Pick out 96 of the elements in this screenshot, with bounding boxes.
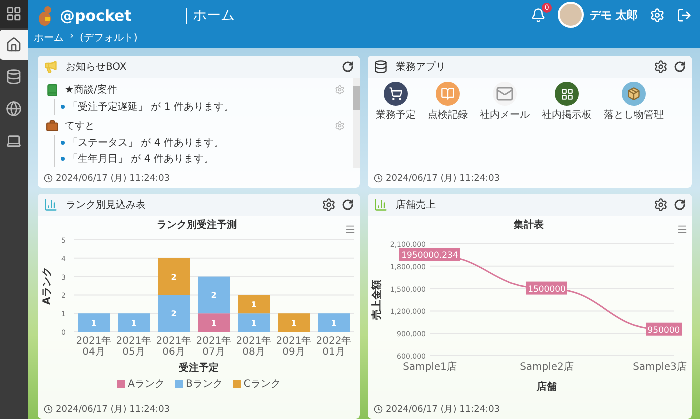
data-label: 1500000 xyxy=(528,284,566,295)
logo: @pocket xyxy=(60,7,132,25)
bar-value: 1 xyxy=(211,318,217,328)
refresh-icon[interactable] xyxy=(342,61,354,73)
book-icon xyxy=(436,82,460,106)
data-label: 1950000.234 xyxy=(402,251,458,262)
chart-title: ランク別受注予測 xyxy=(157,220,237,231)
updated-time: 2024/06/17 (月) 11:24:03 xyxy=(386,404,500,416)
bar-value: 2 xyxy=(171,310,177,319)
axis-tick-label: 2021年09月 xyxy=(275,336,313,358)
breadcrumb-separator: › xyxy=(70,31,74,44)
notice-text[interactable]: 「ステータス」 が 4 件あります。 xyxy=(68,136,224,150)
notice-text[interactable]: 「受注予定遅延」 が 1 件あります。 xyxy=(68,100,234,114)
megaphone-icon xyxy=(44,60,58,74)
bullet-icon xyxy=(61,141,65,145)
clock-icon xyxy=(374,404,383,414)
app-label[interactable]: 点検記録 xyxy=(428,108,468,122)
axis-tick-label: 2021年04月 xyxy=(75,336,113,358)
legend-label[interactable]: Cランク xyxy=(244,377,281,391)
bar-chart-icon xyxy=(44,198,58,212)
notification-icon[interactable] xyxy=(531,8,546,22)
card-title: お知らせBOX xyxy=(66,61,127,74)
laptop-icon xyxy=(6,133,22,149)
updated-time: 2024/06/17 (月) 11:24:03 xyxy=(386,172,500,184)
menu-icon[interactable] xyxy=(345,224,356,235)
bar-value: 1 xyxy=(91,318,97,328)
axis-tick-label: 2021年05月 xyxy=(115,336,153,358)
axis-tick-label: 2022年01月 xyxy=(315,336,353,358)
chart-title: 集計表 xyxy=(514,220,544,231)
apps-grid-icon[interactable] xyxy=(6,6,22,22)
bar-value: 1 xyxy=(331,318,337,328)
data-label: 950000 xyxy=(648,326,680,336)
avatar[interactable] xyxy=(558,2,584,28)
bullet-icon xyxy=(61,157,65,161)
bar-value: 1 xyxy=(251,318,257,328)
bar-value: 2 xyxy=(171,272,177,282)
card-title: ランク別見込み表 xyxy=(66,198,146,212)
logout-icon[interactable] xyxy=(677,8,692,22)
cart-icon xyxy=(384,82,408,106)
globe-icon xyxy=(6,101,22,117)
sidebar-item[interactable] xyxy=(0,30,28,60)
page-title: ホーム xyxy=(186,8,235,24)
bullet-icon xyxy=(61,105,65,109)
scrollbar[interactable] xyxy=(353,78,360,168)
axis-title: 受注予定 xyxy=(179,361,219,375)
axis-tick-label: Sample3店 xyxy=(633,362,687,373)
box-icon xyxy=(622,82,646,106)
app-label[interactable]: 落とし物管理 xyxy=(604,108,664,122)
settings-icon[interactable] xyxy=(654,60,668,74)
bar-chart-icon xyxy=(374,198,388,212)
axis-tick-label: 2021年08月 xyxy=(235,336,273,358)
app-label[interactable]: 社内掲示板 xyxy=(542,108,592,122)
briefcase-icon xyxy=(46,120,59,132)
bar-value: 1 xyxy=(251,300,257,310)
data-label: 1500000 xyxy=(526,282,568,295)
updated-time: 2024/06/17 (月) 11:24:03 xyxy=(56,404,170,416)
group-title[interactable]: てすと xyxy=(65,119,95,133)
axis-tick-label: Sample2店 xyxy=(520,362,574,373)
notice-text[interactable]: 「生年月日」 が 4 件あります。 xyxy=(68,152,214,166)
bar-value: 1 xyxy=(131,318,137,328)
board-icon xyxy=(555,82,579,106)
legend-label[interactable]: Aランク xyxy=(128,377,165,391)
app-label[interactable]: 業務予定 xyxy=(376,108,416,122)
axis-tick-label: 2021年06月 xyxy=(155,336,193,358)
updated-time: 2024/06/17 (月) 11:24:03 xyxy=(56,172,170,184)
data-label: 950000 xyxy=(646,322,682,336)
axis-tick-label: Sample1店 xyxy=(403,362,457,373)
refresh-icon[interactable] xyxy=(342,199,354,211)
axis-title: 売上金額 xyxy=(372,280,383,320)
app-label[interactable]: 社内メール xyxy=(480,108,530,122)
refresh-icon[interactable] xyxy=(674,199,686,211)
breadcrumb-link[interactable]: ホーム xyxy=(34,31,64,45)
axis-title: 店舗 xyxy=(537,382,557,393)
home-icon xyxy=(6,37,22,53)
bar-value: 2 xyxy=(211,291,217,300)
axis-title: Aランク xyxy=(42,267,53,305)
clock-icon xyxy=(44,404,53,414)
clock-icon xyxy=(374,174,383,182)
settings-icon[interactable] xyxy=(654,198,668,212)
refresh-icon[interactable] xyxy=(674,61,686,73)
book-icon xyxy=(46,84,59,96)
database-icon xyxy=(374,60,388,74)
data-label: 1950000.234 xyxy=(400,248,460,262)
card-title: 店舗売上 xyxy=(396,198,436,212)
bar-value: 1 xyxy=(291,318,297,328)
user-name[interactable]: デモ 太郎 xyxy=(590,8,638,22)
axis-tick-label: 2021年07月 xyxy=(195,336,233,358)
menu-icon[interactable] xyxy=(677,224,688,235)
mail-icon xyxy=(493,82,517,106)
clock-icon xyxy=(44,174,53,182)
settings-icon[interactable] xyxy=(322,198,336,212)
card-title: 業務アプリ xyxy=(396,60,446,74)
legend-label[interactable]: Bランク xyxy=(186,377,223,391)
breadcrumb-link[interactable]: (デフォルト) xyxy=(80,31,138,45)
database-icon xyxy=(6,69,22,85)
group-title[interactable]: ★商談/案件 xyxy=(65,83,118,97)
